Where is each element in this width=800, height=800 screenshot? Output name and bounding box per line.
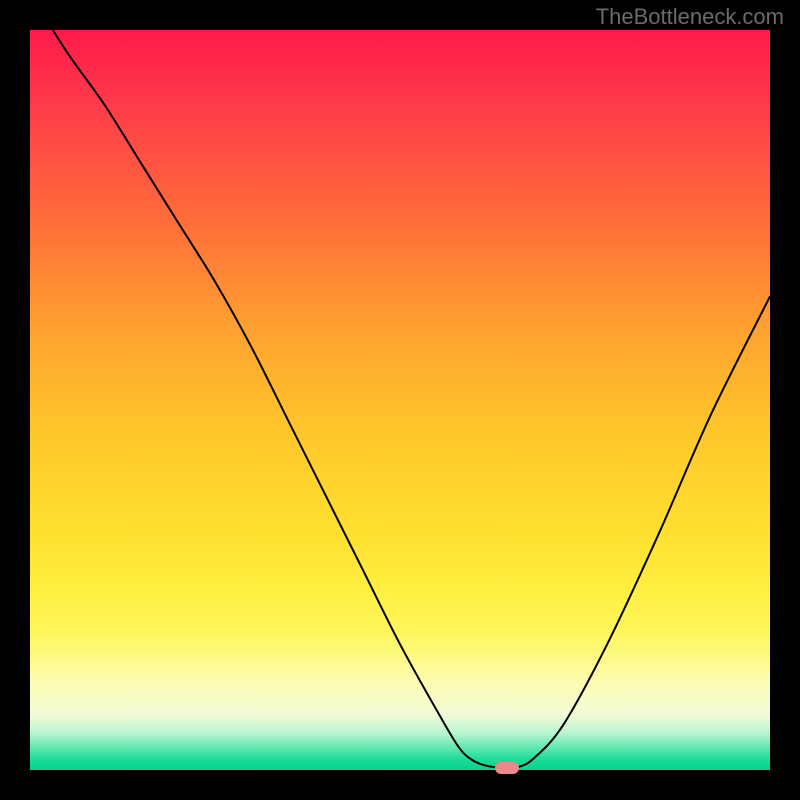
plot-area	[30, 30, 770, 770]
watermark-text: TheBottleneck.com	[596, 4, 784, 30]
curve-svg	[30, 30, 770, 770]
minimum-marker	[495, 762, 519, 774]
bottleneck-curve-path	[30, 30, 770, 768]
